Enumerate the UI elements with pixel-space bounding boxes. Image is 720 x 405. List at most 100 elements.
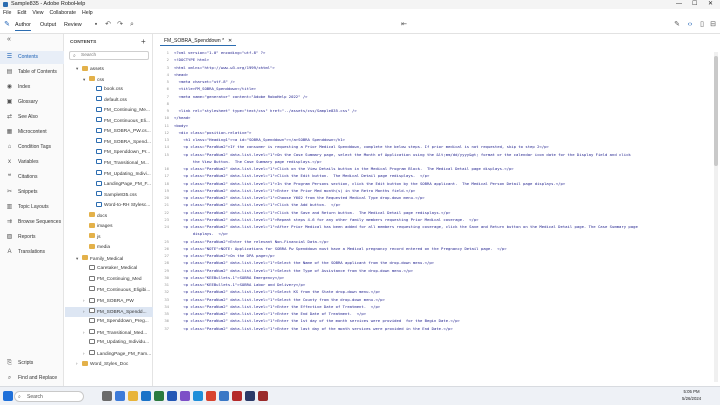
tree-item[interactable]: book.css bbox=[65, 85, 153, 96]
redo-icon[interactable]: ↷ bbox=[116, 21, 124, 29]
menu-edit[interactable]: Edit bbox=[17, 9, 26, 17]
excel-icon[interactable] bbox=[154, 391, 164, 401]
system-clock[interactable]: 5:05 PM 5/26/2024 bbox=[682, 389, 701, 402]
file-explorer-icon[interactable] bbox=[128, 391, 138, 401]
add-icon[interactable]: + bbox=[141, 37, 146, 46]
menu-view[interactable]: View bbox=[32, 9, 43, 17]
file-icon bbox=[96, 127, 102, 133]
sidebar-item-index[interactable]: ◉ Index bbox=[0, 81, 64, 94]
tree-item[interactable]: docs bbox=[65, 212, 153, 223]
tree-item[interactable]: ▾ css bbox=[65, 75, 153, 86]
menu-help[interactable]: Help bbox=[82, 9, 93, 17]
edge-icon[interactable] bbox=[193, 391, 203, 401]
tree-item[interactable]: ▾ assets bbox=[65, 64, 153, 75]
acrobat-icon[interactable] bbox=[232, 391, 242, 401]
tab-output[interactable]: Output bbox=[40, 22, 56, 28]
source-code-area[interactable]: 1 <?xml version="1.0" encoding="utf-8" ?>… bbox=[154, 49, 714, 386]
taskbar-search-input[interactable]: ⌕ Search bbox=[14, 391, 84, 402]
code-editor: FM_SOBRA_Spenddown * ✕ 1 <?xml version="1… bbox=[154, 34, 720, 386]
tree-item[interactable]: Word-to-RH Stylesc... bbox=[65, 201, 153, 212]
sidebar-item-table-of-contents[interactable]: ▤ Table of Contents bbox=[0, 66, 64, 79]
line-number: 30 bbox=[164, 274, 169, 280]
sidebar-item-snippets[interactable]: ✂ Snippets bbox=[0, 186, 64, 199]
tree-item[interactable]: › FM_SOBRA_Spendd... bbox=[65, 306, 153, 318]
tree-item[interactable]: ▾ Family_Medical bbox=[65, 254, 153, 265]
preview-icon[interactable]: ⌕ bbox=[128, 21, 136, 29]
sidebar-item-find-and-replace[interactable]: ⌕ Find and Replace bbox=[0, 372, 64, 385]
teams-icon[interactable] bbox=[180, 391, 190, 401]
sidebar-item-condition-tags[interactable]: ⌂ Condition Tags bbox=[0, 141, 64, 154]
tree-item[interactable]: images bbox=[65, 222, 153, 233]
sidebar-item-topic-layouts[interactable]: ▥ Topic Layouts bbox=[0, 201, 64, 214]
tree-item[interactable]: › FM_SOBRA_PW bbox=[65, 296, 153, 307]
chrome-icon[interactable] bbox=[206, 391, 216, 401]
outlook-icon[interactable] bbox=[141, 391, 151, 401]
code-text: the View Button. The Case Summary page r… bbox=[174, 158, 322, 164]
collapse-panel-icon[interactable]: ⇤ bbox=[400, 21, 408, 29]
properties-icon[interactable]: ⊟ bbox=[709, 21, 717, 29]
sidebar-item-translations[interactable]: A Translations bbox=[0, 246, 64, 259]
tree-item[interactable]: FM_Spenddown_Pr... bbox=[65, 148, 153, 159]
tree-item[interactable]: FM_Spenddown_Preg... bbox=[65, 317, 153, 328]
tree-item[interactable]: FM_Continuous_Eli... bbox=[65, 117, 153, 128]
line-number: 22 bbox=[164, 209, 169, 215]
tree-item[interactable]: FM_Continuing_Me... bbox=[65, 106, 153, 117]
tree-item[interactable]: default.css bbox=[65, 96, 153, 107]
close-tab-icon[interactable]: ✕ bbox=[228, 36, 232, 45]
file-icon bbox=[89, 286, 95, 292]
tree-item[interactable]: js bbox=[65, 233, 153, 244]
sidebar-item-glossary[interactable]: ▣ Glossary bbox=[0, 96, 64, 109]
document-tab[interactable]: FM_SOBRA_Spenddown * ✕ bbox=[160, 36, 237, 46]
line-number: 25 bbox=[164, 238, 169, 244]
pdf-app-icon[interactable] bbox=[258, 391, 268, 401]
tree-item[interactable]: › LandingPage_FM_Fam... bbox=[65, 349, 153, 360]
sidebar-item-contents[interactable]: ☰ Contents bbox=[0, 51, 64, 64]
tab-review[interactable]: Review bbox=[64, 22, 82, 28]
tree-item[interactable]: FM_Continuous_Eligibi... bbox=[65, 286, 153, 297]
tree-item[interactable]: FM_SOBRA_PW.cs... bbox=[65, 127, 153, 138]
tree-item[interactable]: › Word_Styles_Doc bbox=[65, 359, 153, 370]
contents-search-input[interactable]: ⌕ Search bbox=[69, 51, 149, 60]
collapse-sidebar-icon[interactable]: « bbox=[5, 36, 13, 44]
tree-item[interactable]: Caretaker_Medical bbox=[65, 264, 153, 275]
app-icon[interactable] bbox=[219, 391, 229, 401]
edit-mode-icon[interactable]: ✎ bbox=[673, 21, 681, 29]
robohelp-taskbar-icon[interactable] bbox=[245, 391, 255, 401]
menu-file[interactable]: File bbox=[3, 9, 11, 17]
menu-collaborate[interactable]: Collaborate bbox=[49, 9, 76, 17]
windows-start-icon[interactable] bbox=[3, 391, 13, 401]
sidebar-item-see-also[interactable]: ⇄ See Also bbox=[0, 111, 64, 124]
tree-item[interactable]: Sample835.css bbox=[65, 191, 153, 202]
file-icon bbox=[89, 338, 95, 344]
undo-icon[interactable]: ↶ bbox=[104, 21, 112, 29]
sidebar-item-reports[interactable]: ▨ Reports bbox=[0, 231, 64, 244]
tree-item[interactable]: FM_Continuing_Med bbox=[65, 275, 153, 286]
editor-scrollbar[interactable] bbox=[714, 52, 718, 382]
save-icon[interactable]: ▪ bbox=[92, 21, 100, 29]
scrollbar-thumb[interactable] bbox=[714, 56, 718, 166]
sidebar-item-variables[interactable]: x Variables bbox=[0, 156, 64, 169]
widgets-icon[interactable] bbox=[115, 391, 125, 401]
tree-item[interactable]: › FM_Transitional_Med... bbox=[65, 328, 153, 339]
code-text: <p class="ParaNum2" data-list-level="1">… bbox=[174, 311, 367, 316]
minimize-button[interactable]: — bbox=[676, 0, 682, 9]
sidebar-item-citations[interactable]: ❝ Citations bbox=[0, 171, 64, 184]
sidebar-item-microcontent[interactable]: ▦ Microcontent bbox=[0, 126, 64, 139]
task-view-icon[interactable] bbox=[102, 391, 112, 401]
sidebar-item-scripts[interactable]: ⎘ Scripts bbox=[0, 357, 64, 370]
source-view-icon[interactable]: ‹› bbox=[686, 21, 694, 29]
split-view-icon[interactable]: ▯ bbox=[698, 21, 706, 29]
maximize-button[interactable]: ☐ bbox=[692, 0, 697, 9]
tree-item[interactable]: FM_SOBRA_Spend... bbox=[65, 138, 153, 149]
word-icon[interactable] bbox=[167, 391, 177, 401]
file-icon bbox=[96, 180, 102, 186]
tree-item[interactable]: media bbox=[65, 243, 153, 254]
sidebar-item-browse-sequences[interactable]: ⇉ Browse Sequences bbox=[0, 216, 64, 229]
tree-item[interactable]: FM_Transitional_M... bbox=[65, 159, 153, 170]
close-window-button[interactable]: ✕ bbox=[708, 0, 713, 9]
tree-item[interactable]: LandingPage_FM_F... bbox=[65, 180, 153, 191]
tab-author[interactable]: Author bbox=[15, 22, 31, 31]
code-line: 30 <p class="KEEBullets-1">SOBRA Emergen… bbox=[154, 274, 709, 281]
tree-item[interactable]: FM_Updating_Indivi... bbox=[65, 170, 153, 181]
tree-item[interactable]: FM_Updating_Individu... bbox=[65, 338, 153, 349]
